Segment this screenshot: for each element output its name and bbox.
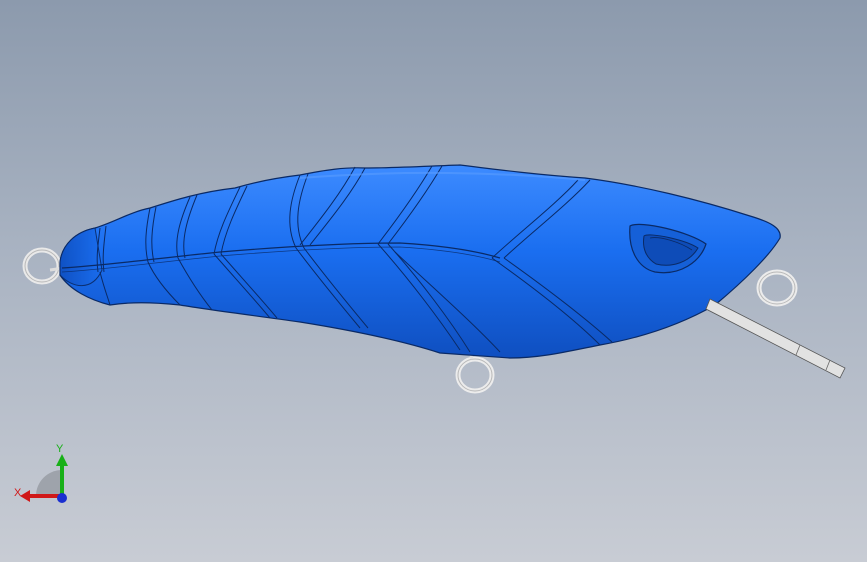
belly-split-ring — [455, 351, 495, 394]
rear-split-ring — [22, 247, 65, 285]
line-tie-wire — [705, 298, 846, 379]
x-axis-label: X — [14, 487, 22, 499]
y-axis-label: Y — [56, 443, 64, 455]
coordinate-triad: Y X — [14, 443, 68, 503]
lure-model[interactable] — [0, 0, 867, 562]
front-split-ring — [756, 269, 798, 307]
graphics-viewport[interactable]: Y X — [0, 0, 867, 562]
